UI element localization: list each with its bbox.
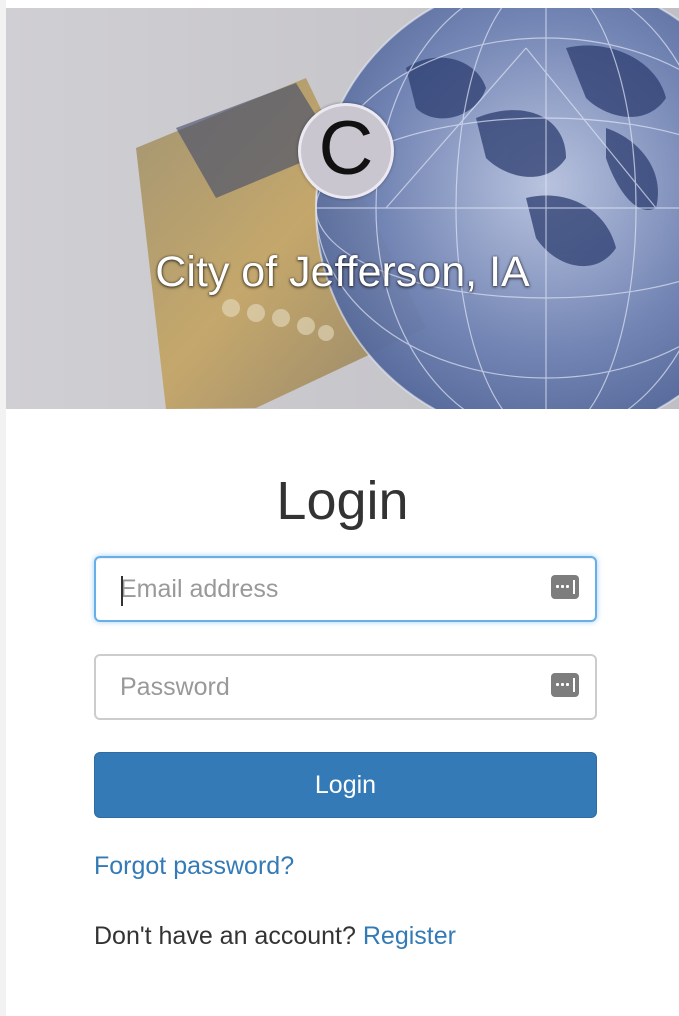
register-prompt: Don't have an account? Register [94, 922, 456, 951]
hero-background-image [6, 8, 679, 409]
org-logo-letter: C [318, 106, 374, 191]
page: C City of Jefferson, IA Login Login Forg… [0, 0, 679, 1016]
password-manager-icon[interactable] [551, 575, 579, 599]
login-button[interactable]: Login [94, 752, 597, 818]
text-caret [121, 576, 123, 606]
email-field-wrapper [94, 556, 597, 622]
email-input[interactable] [120, 558, 540, 620]
org-name: City of Jefferson, IA [155, 248, 530, 296]
forgot-password-link[interactable]: Forgot password? [94, 852, 294, 881]
org-logo: C [298, 103, 394, 199]
password-input[interactable] [120, 656, 540, 718]
password-manager-icon[interactable] [551, 673, 579, 697]
password-field-wrapper [94, 654, 597, 720]
hero-banner: C City of Jefferson, IA [6, 8, 679, 409]
register-prompt-text: Don't have an account? [94, 922, 356, 950]
login-title: Login [276, 471, 409, 531]
register-link[interactable]: Register [363, 922, 456, 950]
